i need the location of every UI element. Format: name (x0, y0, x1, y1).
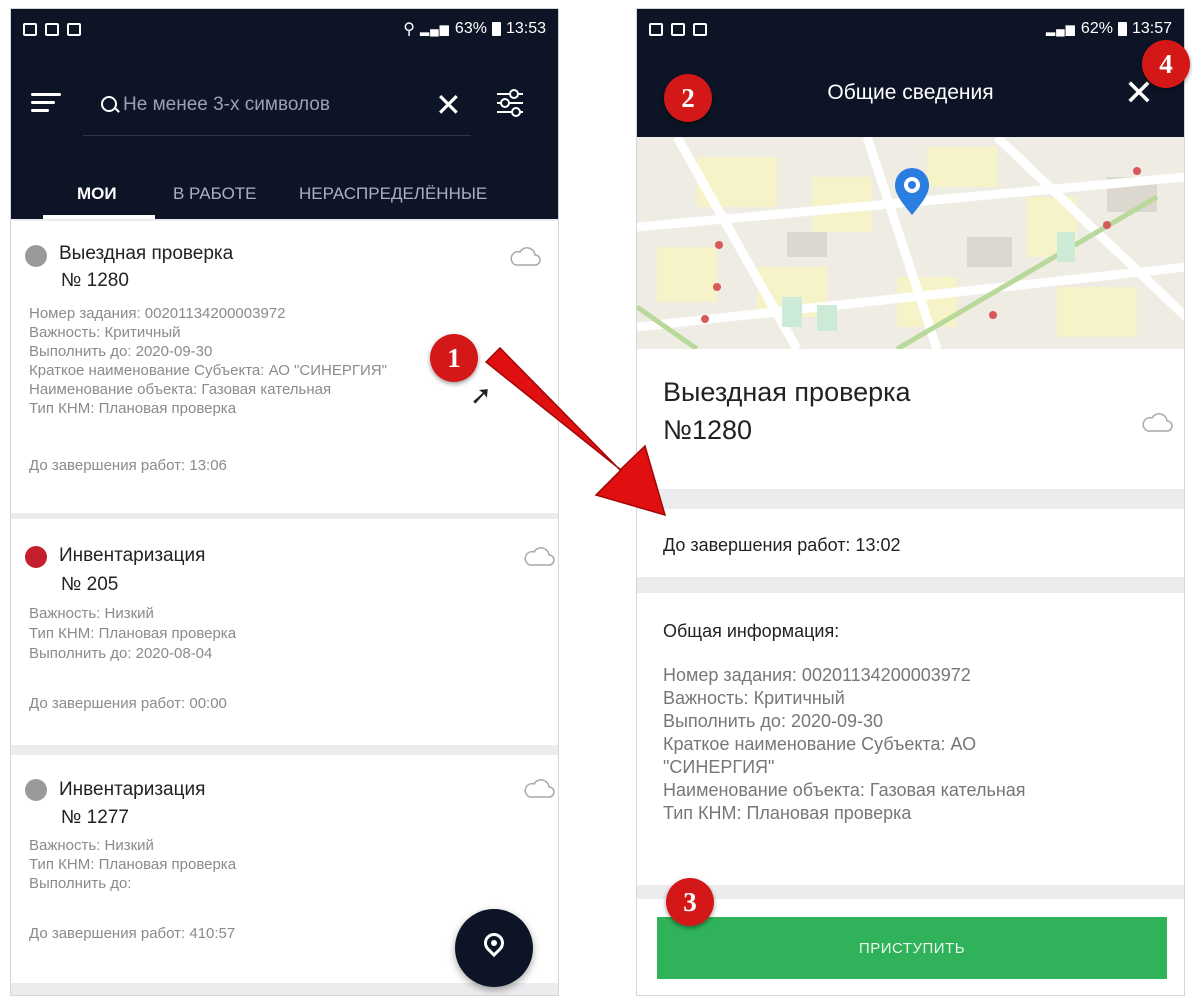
task-title: Выездная проверка (663, 377, 911, 407)
time-left: До завершения работ: 13:02 (663, 535, 901, 555)
general-info-panel: Общая информация: Номер задания: 0020113… (637, 593, 1184, 885)
info-line: Краткое наименование Субъекта: АО (663, 734, 977, 754)
gallery-icon (23, 22, 37, 36)
calendar-icon (45, 22, 59, 36)
clear-search-icon[interactable]: ✕ (435, 85, 462, 125)
time-left: До завершения работ: 410:57 (29, 925, 236, 942)
time-left: До завершения работ: 00:00 (29, 695, 227, 712)
info-heading: Общая информация: (663, 621, 840, 641)
map-view-button[interactable] (455, 909, 533, 987)
battery-icon (491, 22, 501, 36)
card-detail-line: Тип КНМ: Плановая проверка (29, 856, 237, 873)
card-detail-line: Важность: Низкий (29, 605, 154, 622)
card-title: Выездная проверка (59, 243, 234, 264)
search-input[interactable] (123, 91, 383, 119)
card-detail-line: Выполнить до: 2020-08-04 (29, 645, 213, 662)
card-detail-line: Выполнить до: (29, 875, 132, 892)
clock: 13:53 (505, 20, 546, 37)
card-detail-line: Наименование объекта: Газовая кательная (29, 381, 332, 398)
info-line: "СИНЕРГИЯ" (663, 757, 775, 777)
card-detail-line: Выполнить до: 2020-09-30 (29, 343, 213, 360)
card-number: № 1277 (61, 807, 129, 828)
tab-unassigned[interactable]: НЕРАСПРЕДЕЛЁННЫЕ (299, 169, 487, 219)
page-title: Общие сведения (827, 81, 994, 104)
card-detail-line: Тип КНМ: Плановая проверка (29, 400, 237, 417)
status-bar: ▂▄▆ 62% 13:57 (637, 9, 1184, 49)
card-detail-line: Номер задания: 00201134200003972 (29, 305, 286, 322)
info-line: Важность: Критичный (663, 688, 845, 708)
cloud-sync-icon (510, 247, 541, 266)
annotation-badge-3: 3 (666, 878, 714, 926)
task-card-205[interactable]: Инвентаризация № 205 Важность: Низкий Ти… (11, 519, 558, 745)
signal-icon: ▂▄▆ (419, 22, 450, 36)
card-title: Инвентаризация (59, 545, 206, 566)
cloud-sync-icon (524, 547, 555, 566)
info-line: Номер задания: 00201134200003972 (663, 665, 971, 685)
list-screen: ⚲ ▂▄▆ 63% 13:53 ✕ МОИ В РАБОТЕ НЕРАСПРЕД… (10, 8, 559, 996)
tab-bar: МОИ В РАБОТЕ НЕРАСПРЕДЕЛЁННЫЕ (11, 169, 558, 219)
card-detail-line: Важность: Низкий (29, 837, 154, 854)
menu-icon[interactable] (31, 93, 61, 113)
card-number: № 205 (61, 574, 119, 595)
search-icon (101, 96, 117, 112)
time-panel: До завершения работ: 13:02 (637, 509, 1184, 577)
cloud-sync-icon (524, 779, 555, 798)
tab-indicator (43, 215, 155, 219)
info-line: Выполнить до: 2020-09-30 (663, 711, 884, 731)
screenshot-icon (693, 22, 707, 36)
card-detail-line: Важность: Критичный (29, 324, 181, 341)
start-button[interactable]: ПРИСТУПИТЬ (657, 917, 1167, 979)
task-header-panel: Выездная проверка №1280 (637, 349, 1184, 489)
card-number: № 1280 (61, 270, 129, 291)
status-bar: ⚲ ▂▄▆ 63% 13:53 (11, 9, 558, 49)
status-dot (25, 546, 47, 568)
tab-mine[interactable]: МОИ (77, 169, 117, 219)
gallery-icon (649, 22, 663, 36)
cloud-sync-icon (1142, 413, 1173, 432)
calendar-icon (671, 22, 685, 36)
details-screen: ▂▄▆ 62% 13:57 Общие сведения ✕ Выездная … (636, 8, 1185, 996)
location-icon: ⚲ (403, 21, 415, 38)
map-tiles (637, 137, 1184, 349)
tab-in-progress[interactable]: В РАБОТЕ (173, 169, 257, 219)
battery-percent: 62% (1080, 20, 1113, 37)
annotation-badge-1: 1 (430, 334, 478, 382)
battery-percent: 63% (454, 20, 487, 37)
signal-icon: ▂▄▆ (1045, 22, 1076, 36)
filter-icon[interactable] (497, 89, 523, 117)
task-number: №1280 (663, 415, 753, 445)
annotation-badge-2: 2 (664, 74, 712, 122)
status-dot (25, 779, 47, 801)
app-header: Общие сведения ✕ (637, 49, 1184, 137)
clock: 13:57 (1131, 20, 1172, 37)
screenshot-icon (67, 22, 81, 36)
time-left: До завершения работ: 13:06 (29, 457, 227, 474)
pointer-cursor-icon: ➚ (470, 380, 492, 410)
annotation-badge-4: 4 (1142, 40, 1190, 88)
info-line: Наименование объекта: Газовая кательная (663, 780, 1026, 800)
location-map[interactable] (637, 137, 1184, 349)
battery-icon (1117, 22, 1127, 36)
status-dot (25, 245, 47, 267)
card-title: Инвентаризация (59, 779, 206, 800)
card-detail-line: Краткое наименование Субъекта: АО "СИНЕР… (29, 362, 387, 379)
search-bar: ✕ (83, 77, 471, 136)
card-detail-line: Тип КНМ: Плановая проверка (29, 625, 237, 642)
info-line: Тип КНМ: Плановая проверка (663, 803, 912, 823)
app-header: ✕ МОИ В РАБОТЕ НЕРАСПРЕДЕЛЁННЫЕ (11, 49, 558, 219)
map-pin-icon (479, 928, 509, 958)
